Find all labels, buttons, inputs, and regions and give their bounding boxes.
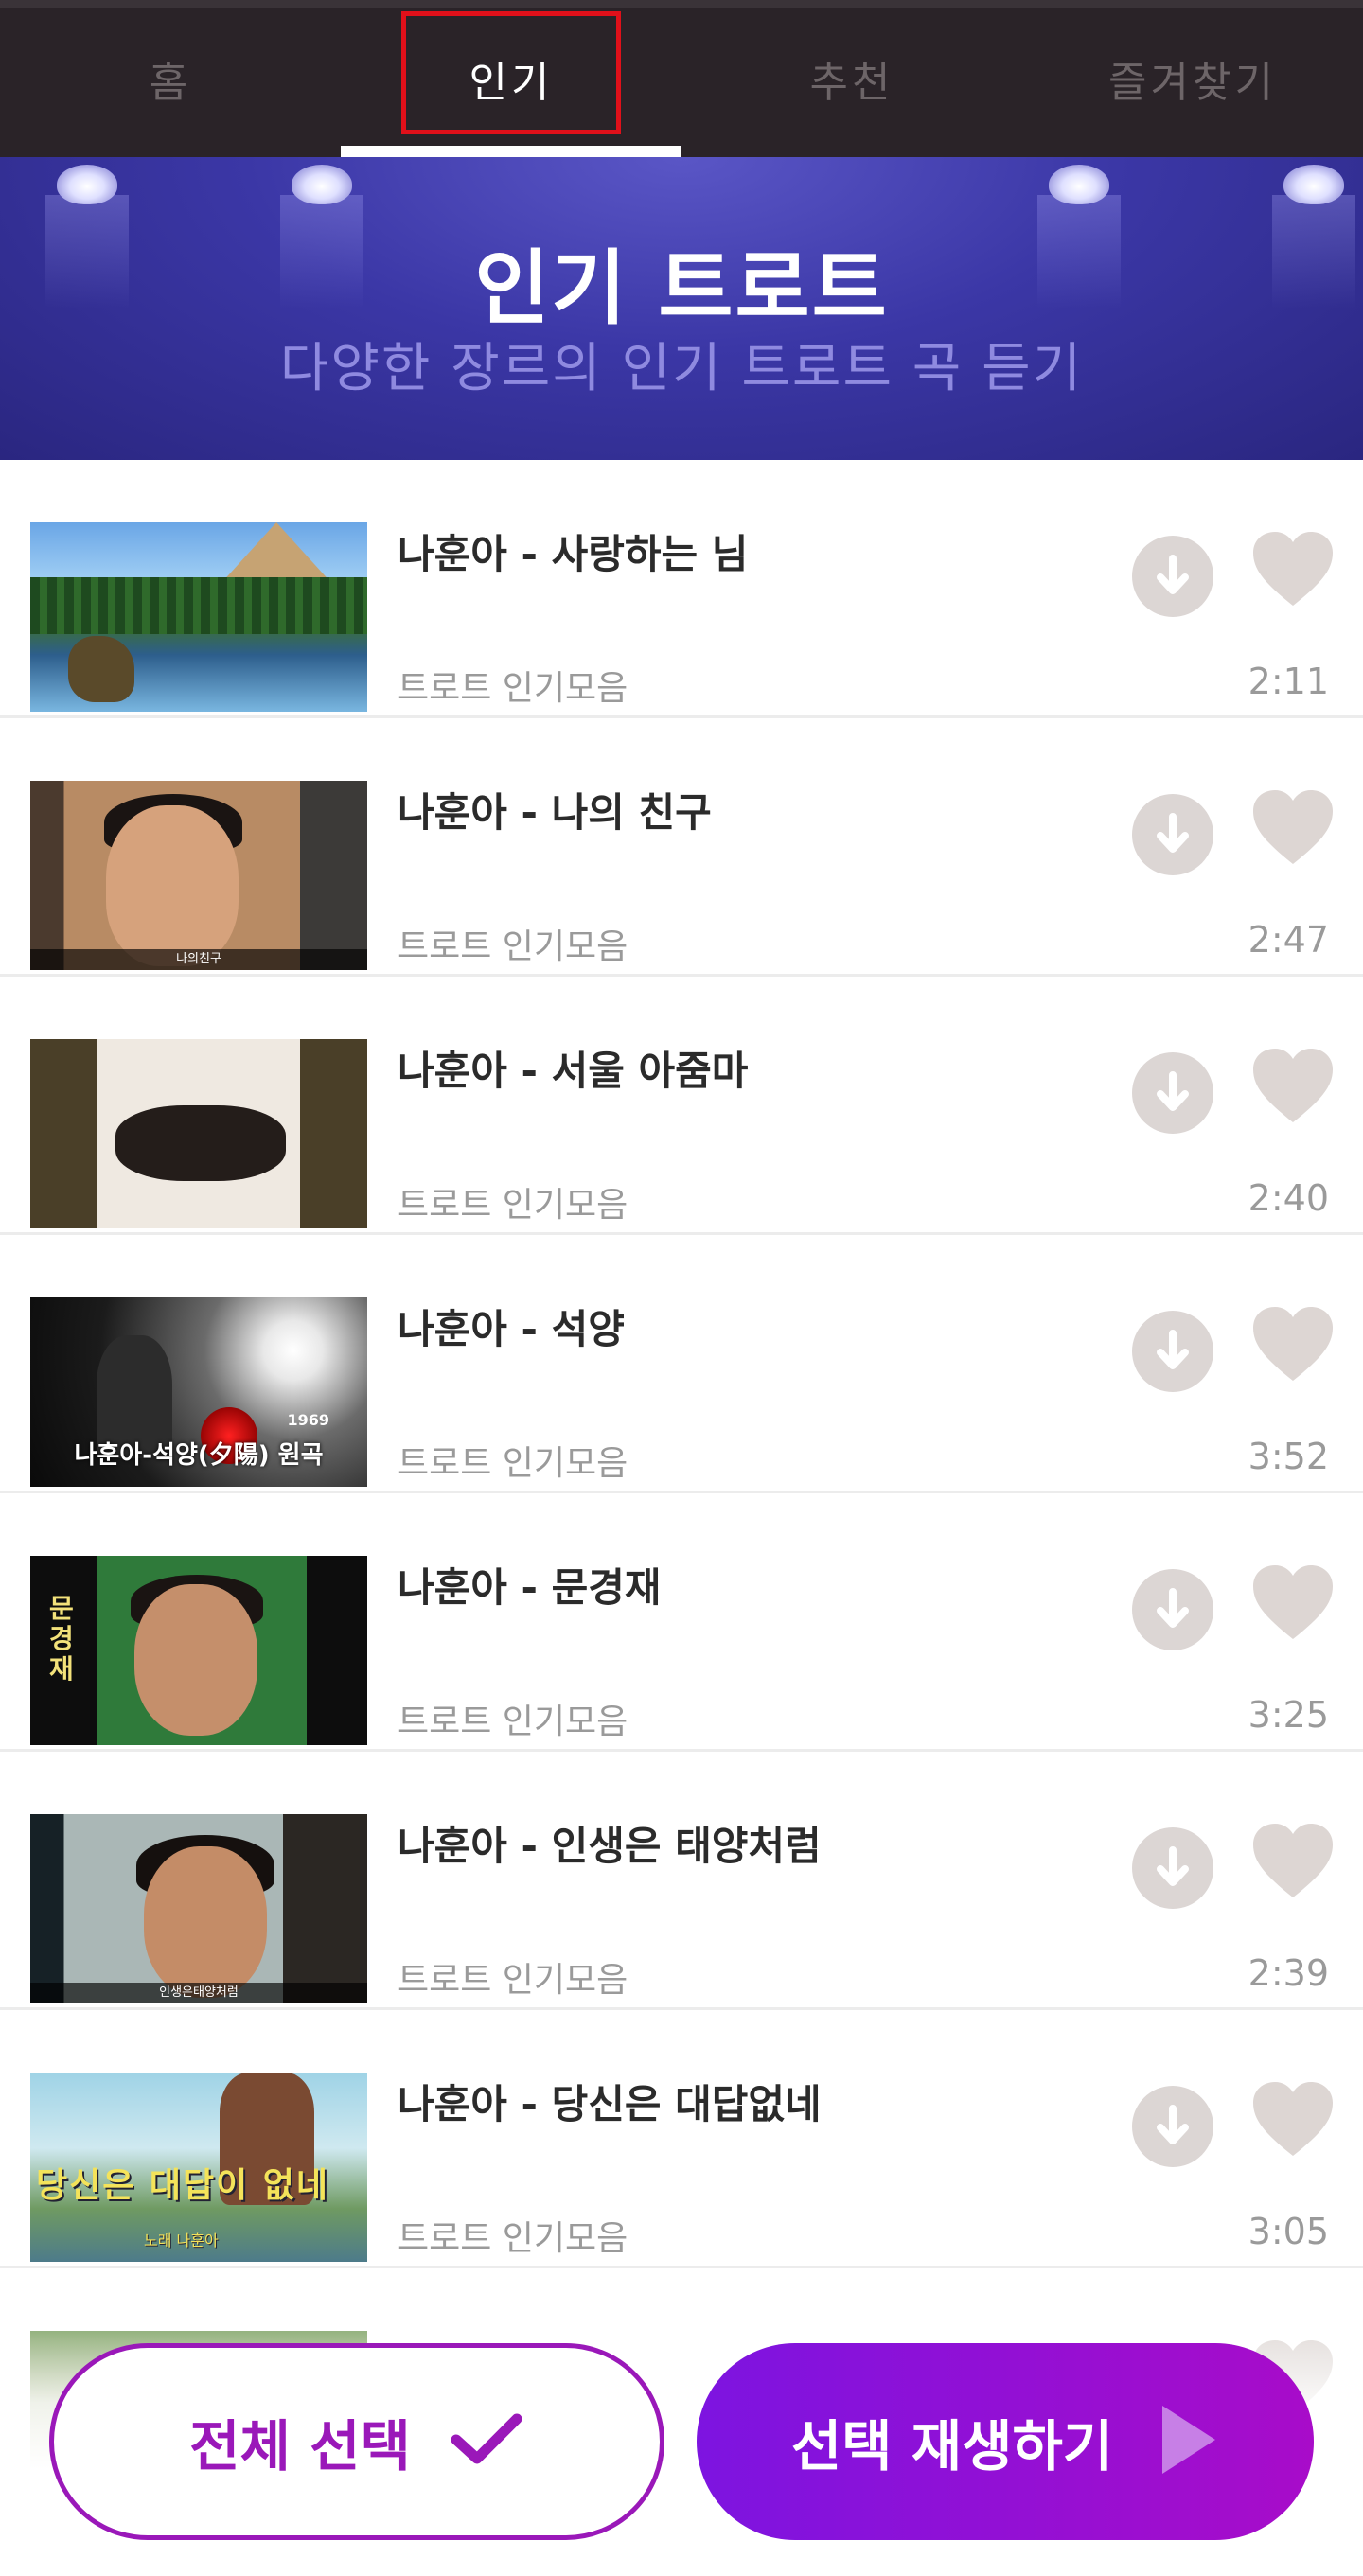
song-duration: 3:05	[1248, 2211, 1329, 2252]
song-title: 나훈아 - 문경재	[398, 1564, 662, 1611]
heart-icon[interactable]	[1251, 530, 1335, 608]
song-row[interactable]: 당신은 대답이 없네 노래 나훈아 나훈아 - 당신은 대답없네 트로트 인기모…	[0, 2010, 1363, 2268]
active-tab-indicator	[341, 146, 682, 157]
select-all-button[interactable]: 전체 선택	[49, 2343, 664, 2540]
spotlight-icon	[1272, 157, 1355, 309]
song-title: 나훈아 - 인생은 태양처럼	[398, 1823, 822, 1869]
song-row[interactable]: 나훈아 - 사랑하는 님 트로트 인기모음 2:11	[0, 460, 1363, 718]
download-circle-icon[interactable]	[1132, 1569, 1213, 1650]
song-title: 나훈아 - 당신은 대답없네	[398, 2081, 822, 2127]
play-selected-button[interactable]: 선택 재생하기	[697, 2343, 1314, 2540]
spotlight-icon	[45, 157, 129, 309]
download-circle-icon[interactable]	[1132, 1827, 1213, 1909]
song-duration: 2:11	[1248, 661, 1329, 702]
heart-icon[interactable]	[1251, 2080, 1335, 2158]
download-circle-icon[interactable]	[1132, 794, 1213, 875]
hero-banner: 인기 트로트 다양한 장르의 인기 트로트 곡 듣기	[0, 157, 1363, 460]
banner-title: 인기 트로트	[474, 241, 889, 336]
song-duration: 3:52	[1248, 1436, 1329, 1477]
song-subtitle: 트로트 인기모음	[398, 669, 628, 708]
tab-home[interactable]: 홈	[0, 0, 341, 157]
song-thumbnail: 1969 나훈아-석양(夕陽) 원곡	[30, 1297, 367, 1487]
song-subtitle: 트로트 인기모음	[398, 1186, 628, 1225]
song-thumbnail: 나의친구	[30, 781, 367, 970]
spotlight-icon	[280, 157, 363, 309]
app-screen: 홈 인기 추천 즐겨찾기 인기 트로트 다양한 장르의 인기 트로트 곡 듣기 …	[0, 0, 1363, 2576]
download-circle-icon[interactable]	[1132, 1311, 1213, 1392]
song-subtitle: 트로트 인기모음	[398, 927, 628, 966]
song-duration: 2:39	[1248, 1952, 1329, 1994]
thumbnail-caption-small: 노래 나훈아	[144, 2232, 219, 2250]
tab-recommended[interactable]: 추천	[682, 0, 1022, 157]
song-row[interactable]: 문경재 나훈아 - 문경재 트로트 인기모음 3:25	[0, 1493, 1363, 1752]
song-subtitle: 트로트 인기모음	[398, 1703, 628, 1741]
heart-icon[interactable]	[1251, 788, 1335, 866]
tab-favorites[interactable]: 즐겨찾기	[1022, 0, 1363, 157]
song-thumbnail	[30, 1039, 367, 1228]
song-row[interactable]: 나훈아 - 서울 아줌마 트로트 인기모음 2:40	[0, 977, 1363, 1235]
song-title: 나훈아 - 사랑하는 님	[398, 531, 749, 577]
song-duration: 2:40	[1248, 1177, 1329, 1219]
play-selected-label: 선택 재생하기	[790, 2414, 1114, 2479]
song-title: 나훈아 - 나의 친구	[398, 789, 712, 836]
song-thumbnail: 당신은 대답이 없네 노래 나훈아	[30, 2073, 367, 2262]
select-all-label: 전체 선택	[189, 2414, 411, 2479]
heart-icon[interactable]	[1251, 1047, 1335, 1124]
thumbnail-caption: 인생은태양처럼	[30, 1983, 367, 2003]
highlight-box	[401, 11, 621, 134]
song-thumbnail	[30, 522, 367, 712]
thumbnail-caption: 당신은 대답이 없네	[36, 2166, 330, 2205]
song-thumbnail: 인생은태양처럼	[30, 1814, 367, 2003]
song-subtitle: 트로트 인기모음	[398, 2219, 628, 2258]
top-tab-bar: 홈 인기 추천 즐겨찾기	[0, 0, 1363, 157]
play-icon	[1159, 2402, 1219, 2481]
download-circle-icon[interactable]	[1132, 536, 1213, 617]
song-duration: 2:47	[1248, 919, 1329, 961]
heart-icon[interactable]	[1251, 1305, 1335, 1383]
song-row[interactable]: 나의친구 나훈아 - 나의 친구 트로트 인기모음 2:47	[0, 718, 1363, 977]
thumbnail-caption: 문경재	[49, 1593, 74, 1685]
song-subtitle: 트로트 인기모음	[398, 1444, 628, 1483]
check-icon	[449, 2411, 524, 2472]
download-circle-icon[interactable]	[1132, 2086, 1213, 2167]
song-title: 나훈아 - 서울 아줌마	[398, 1048, 749, 1094]
banner-subtitle: 다양한 장르의 인기 트로트 곡 듣기	[279, 338, 1084, 399]
thumbnail-year: 1969	[287, 1411, 329, 1429]
song-row[interactable]: 1969 나훈아-석양(夕陽) 원곡 나훈아 - 석양 트로트 인기모음 3:5…	[0, 1235, 1363, 1493]
download-circle-icon[interactable]	[1132, 1052, 1213, 1134]
song-subtitle: 트로트 인기모음	[398, 1961, 628, 2000]
spotlight-icon	[1037, 157, 1121, 309]
heart-icon[interactable]	[1251, 1822, 1335, 1899]
song-row[interactable]: 인생은태양처럼 나훈아 - 인생은 태양처럼 트로트 인기모음 2:39	[0, 1752, 1363, 2010]
song-thumbnail: 문경재	[30, 1556, 367, 1745]
thumbnail-caption: 나의친구	[30, 949, 367, 970]
song-duration: 3:25	[1248, 1694, 1329, 1736]
thumbnail-caption: 나훈아-석양(夕陽) 원곡	[74, 1441, 324, 1470]
song-title: 나훈아 - 석양	[398, 1306, 625, 1352]
heart-icon[interactable]	[1251, 1563, 1335, 1641]
